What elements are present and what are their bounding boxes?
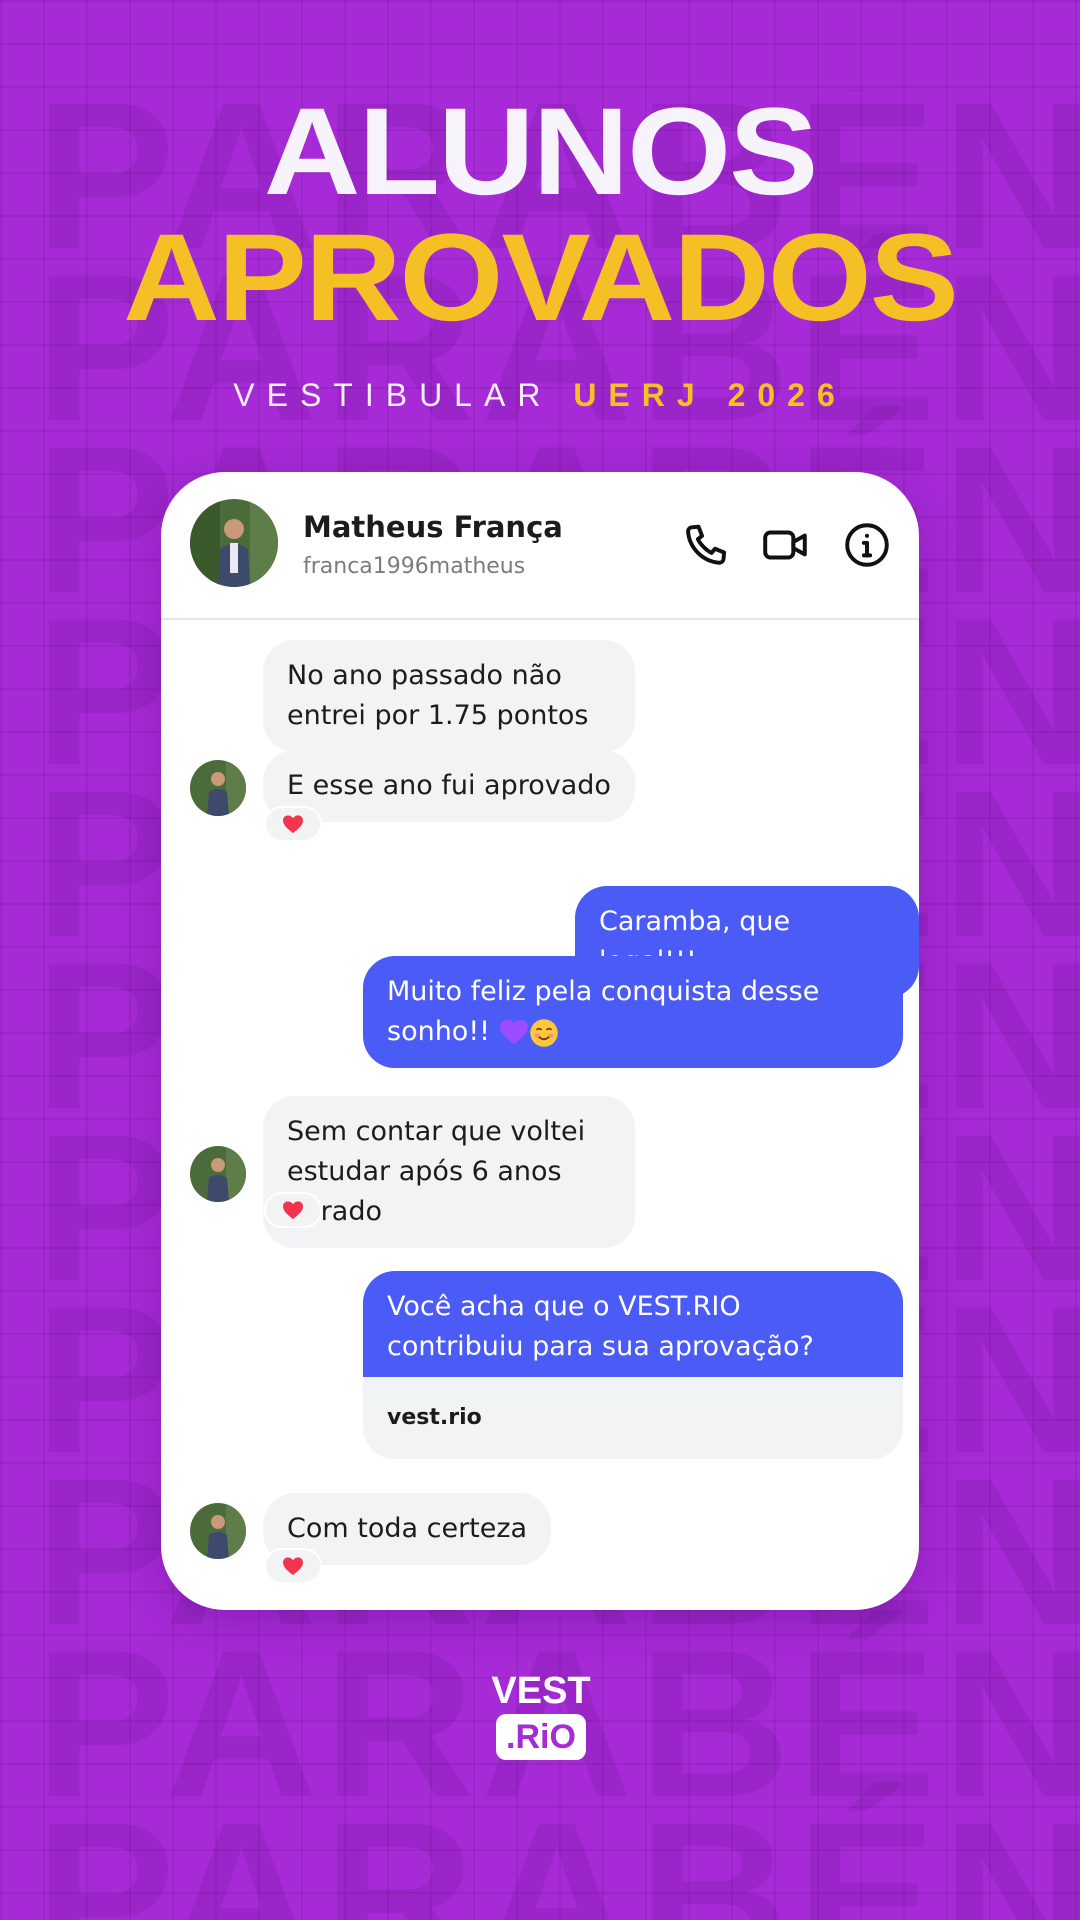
message-outgoing: Você acha que o VEST.RIO contribuiu para… (363, 1271, 903, 1377)
message-incoming: No ano passado não entrei por 1.75 ponto… (263, 640, 635, 752)
info-icon[interactable] (842, 520, 892, 570)
heart-icon (283, 815, 303, 834)
avatar[interactable] (190, 1146, 246, 1202)
link-preview-message[interactable]: Você acha que o VEST.RIO contribuiu para… (363, 1271, 903, 1459)
headline-line-1: ALUNOS (263, 83, 819, 221)
vest-rio-logo: VEST .RiO (486, 1672, 596, 1760)
heart-icon (283, 1557, 303, 1576)
heart-icon (283, 1201, 303, 1220)
subtitle-accent: UERJ 2026 (573, 377, 847, 413)
watermark-text: PARABÉNS (35, 1778, 1080, 1920)
message-outgoing: Muito feliz pela conquista desse sonho!! (363, 956, 903, 1068)
chat-header: Matheus França franca1996matheus (161, 472, 919, 620)
reaction-badge[interactable] (264, 1192, 322, 1228)
contact-handle: franca1996matheus (303, 554, 526, 579)
video-camera-icon[interactable] (760, 520, 810, 570)
contact-name: Matheus França (303, 510, 563, 544)
phone-icon[interactable] (681, 520, 731, 570)
message-incoming: Sem contar que voltei estudar após 6 ano… (263, 1096, 635, 1248)
reaction-badge[interactable] (264, 806, 322, 842)
subtitle: VESTIBULAR UERJ 2026 (0, 377, 1080, 414)
subtitle-main: VESTIBULAR (233, 377, 574, 413)
link-domain[interactable]: vest.rio (363, 1377, 903, 1458)
smiling-face-icon (529, 1018, 558, 1047)
reaction-badge[interactable] (264, 1548, 322, 1584)
message-text: Muito feliz pela conquista desse sonho!! (387, 976, 820, 1047)
avatar[interactable] (190, 499, 278, 587)
logo-bottom-text: .RiO (496, 1714, 586, 1760)
purple-heart-icon (499, 1019, 528, 1044)
message-incoming: E esse ano fui aprovado (263, 750, 635, 822)
logo-top-text: VEST (491, 1670, 591, 1712)
avatar[interactable] (190, 1503, 246, 1559)
avatar[interactable] (190, 760, 246, 816)
headline-line-2: APROVADOS (123, 209, 959, 347)
chat-card: Matheus França franca1996matheus No ano … (161, 472, 919, 1610)
